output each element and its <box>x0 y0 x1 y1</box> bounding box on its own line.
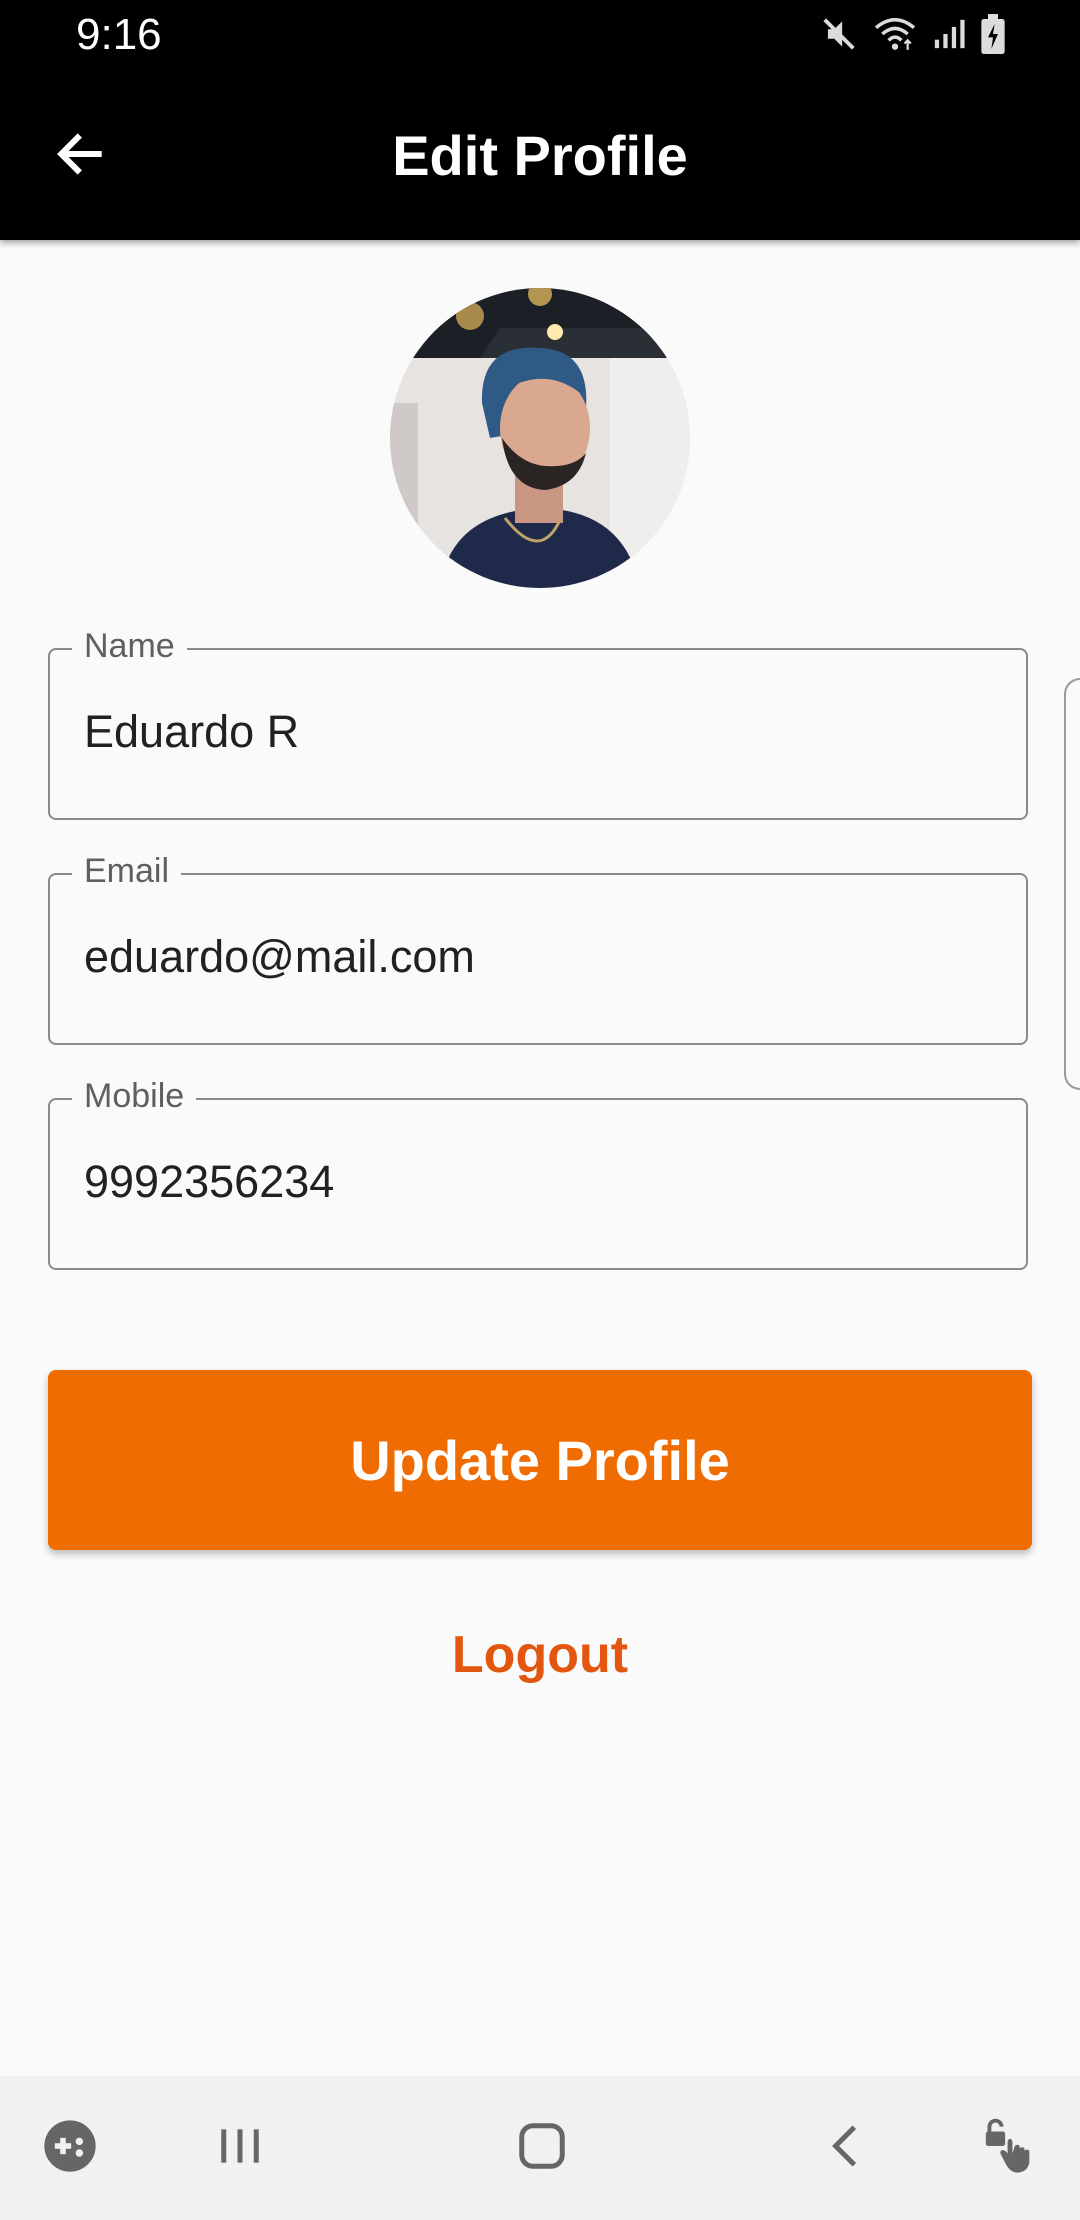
name-field: Name <box>48 626 1032 824</box>
back-icon <box>821 2121 871 2176</box>
status-bar: 9:16 <box>0 0 1080 70</box>
touch-lock-button[interactable] <box>968 2106 1052 2190</box>
wifi-icon <box>872 15 918 53</box>
page-title: Edit Profile <box>392 124 688 187</box>
email-input[interactable] <box>84 927 984 987</box>
back-nav-button[interactable] <box>804 2106 888 2190</box>
home-icon <box>515 2119 569 2178</box>
battery-charging-icon <box>980 14 1006 54</box>
mobile-input[interactable] <box>84 1152 984 1212</box>
status-icons <box>820 14 1006 54</box>
email-label: Email <box>72 851 182 891</box>
logout-button[interactable]: Logout <box>0 1620 1080 1690</box>
signal-icon <box>932 17 966 51</box>
update-profile-button[interactable]: Update Profile <box>48 1370 1032 1550</box>
profile-avatar[interactable] <box>390 288 690 588</box>
recent-apps-icon <box>215 2121 265 2176</box>
email-field: Email <box>48 851 1032 1049</box>
recent-apps-button[interactable] <box>198 2106 282 2190</box>
name-label: Name <box>72 626 187 666</box>
system-nav-bar <box>0 2076 1080 2220</box>
status-time: 9:16 <box>76 10 162 59</box>
home-button[interactable] <box>500 2106 584 2190</box>
edge-panel-handle[interactable] <box>1064 678 1080 1090</box>
mobile-field: Mobile <box>48 1076 1032 1274</box>
game-launcher-button[interactable] <box>28 2106 112 2190</box>
touch-lock-icon <box>981 2117 1039 2180</box>
game-launcher-icon <box>42 2118 98 2179</box>
mobile-label: Mobile <box>72 1076 197 1116</box>
profile-photo <box>390 288 690 588</box>
app-bar: Edit Profile <box>0 70 1080 240</box>
mute-icon <box>820 15 858 53</box>
name-input[interactable] <box>84 702 984 762</box>
